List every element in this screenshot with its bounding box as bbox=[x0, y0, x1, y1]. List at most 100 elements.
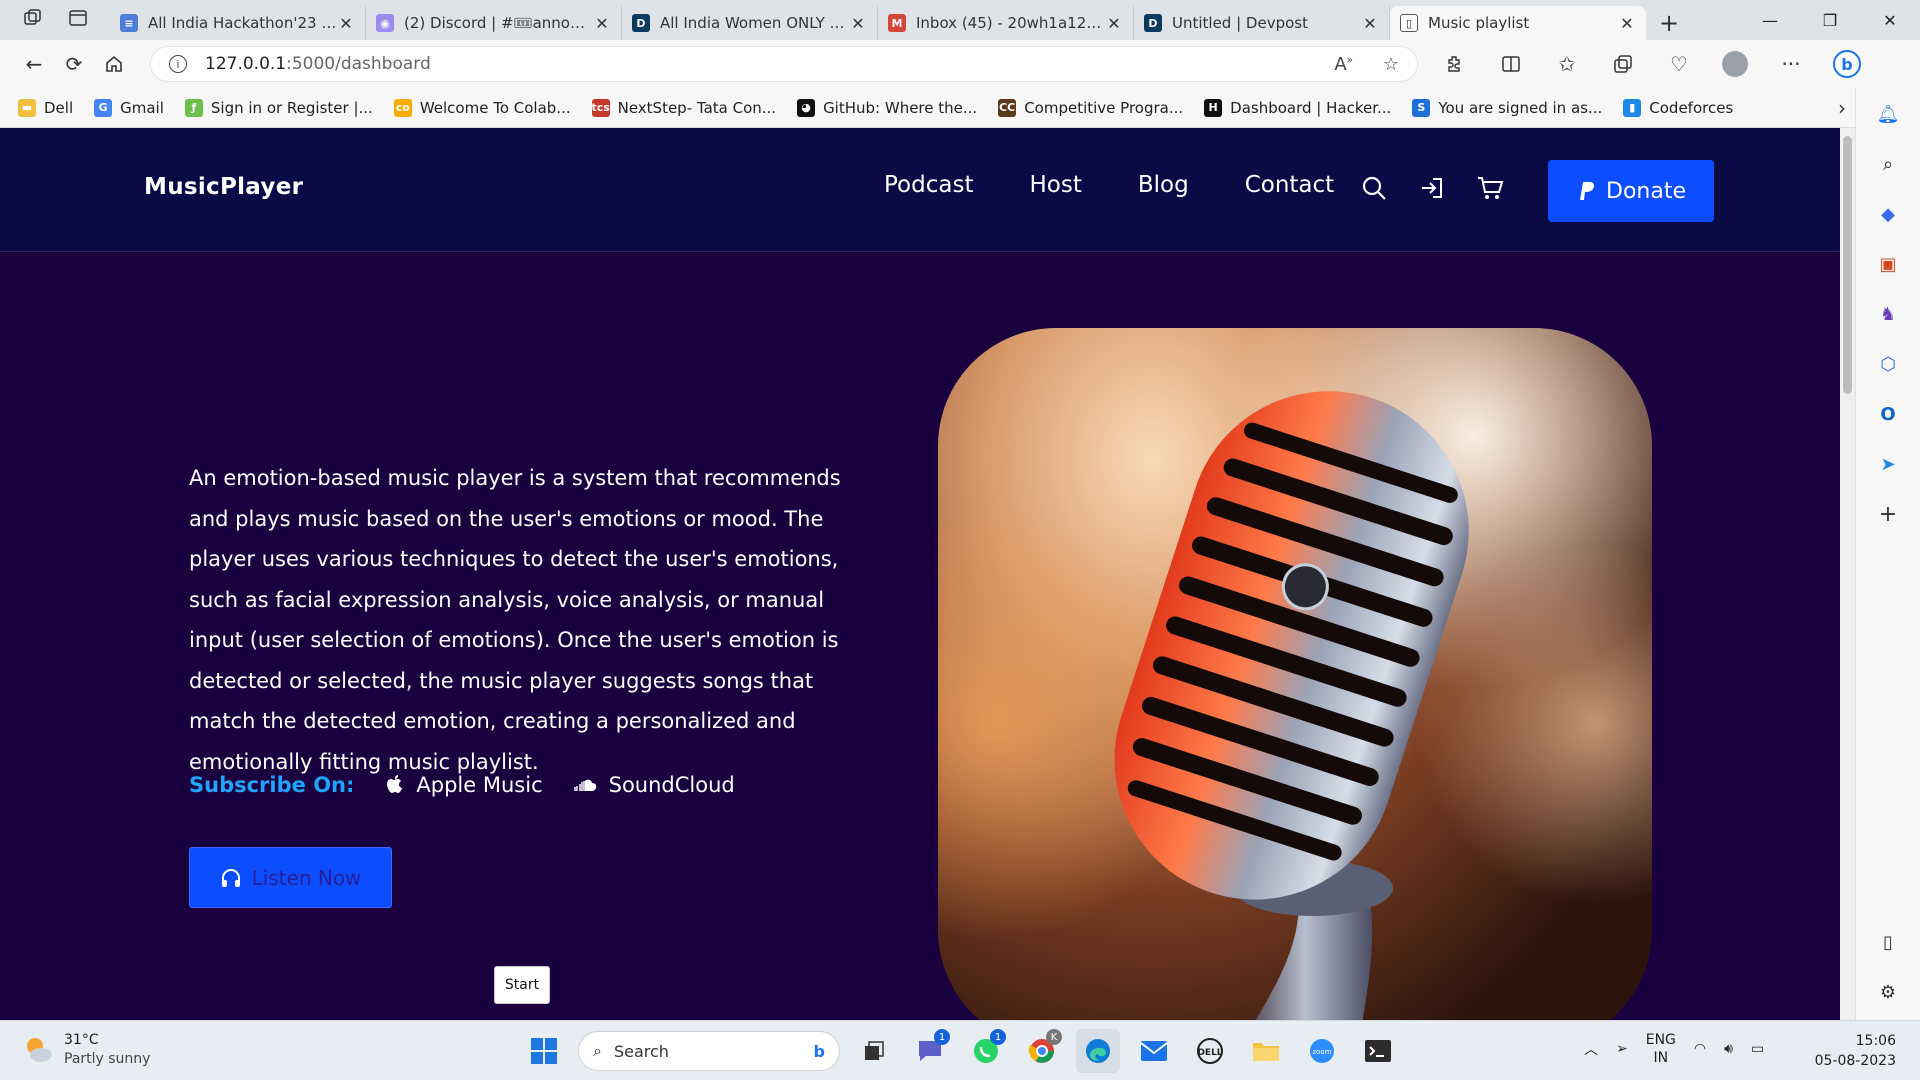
scrollbar-thumb[interactable] bbox=[1843, 136, 1852, 394]
close-window-icon[interactable]: ✕ bbox=[1860, 0, 1920, 40]
restore-icon[interactable]: ❐ bbox=[1800, 0, 1860, 40]
bookmark-item[interactable]: H Dashboard | Hacker... bbox=[1204, 98, 1392, 117]
site-brand[interactable]: MusicPlayer bbox=[144, 174, 303, 200]
donate-button[interactable]: Donate bbox=[1548, 160, 1714, 222]
search-icon[interactable] bbox=[1360, 174, 1388, 202]
read-aloud-icon[interactable]: A» bbox=[1334, 54, 1352, 75]
profile-avatar[interactable] bbox=[1716, 46, 1754, 82]
site-info-icon[interactable]: i bbox=[169, 55, 187, 73]
browser-toolbar: ← ⟳ i 127.0.0.1:5000/dashboard A» ☆ ✩ ♡ … bbox=[0, 40, 1920, 88]
home-icon[interactable] bbox=[94, 46, 134, 82]
tab-close-icon[interactable]: ✕ bbox=[1105, 14, 1123, 33]
bookmark-item[interactable]: G Gmail bbox=[94, 98, 164, 117]
tab-close-icon[interactable]: ✕ bbox=[593, 14, 611, 33]
browser-essentials-icon[interactable]: ♡ bbox=[1660, 46, 1698, 82]
add-sidebar-app-icon[interactable]: + bbox=[1874, 500, 1902, 528]
browser-tab[interactable]: ◉ (2) Discord | #🎟announce ✕ bbox=[366, 6, 622, 40]
bookmark-item[interactable]: ▬ Dell bbox=[18, 98, 74, 117]
nav-link[interactable]: Podcast bbox=[884, 172, 973, 198]
tab-title: All India Hackathon'23 Gui bbox=[148, 14, 337, 32]
taskbar-search-input[interactable]: ⌕ Search b bbox=[578, 1031, 840, 1071]
extensions-icon[interactable] bbox=[1436, 46, 1474, 82]
notifications-bell-icon[interactable]: 🔔︎ bbox=[1874, 100, 1902, 128]
dell-icon[interactable]: DELL bbox=[1188, 1029, 1232, 1073]
refresh-icon[interactable]: ⟳ bbox=[54, 46, 94, 82]
file-explorer-icon[interactable] bbox=[1244, 1029, 1288, 1073]
teams-chat-icon[interactable]: 1 bbox=[908, 1029, 952, 1073]
shopping-tag-icon[interactable]: ◆ bbox=[1874, 200, 1902, 228]
browser-tab[interactable]: D All India Women ONLY Ha ✕ bbox=[622, 6, 878, 40]
wifi-icon[interactable]: ◠ bbox=[1694, 1041, 1706, 1057]
tab-close-icon[interactable]: ✕ bbox=[337, 14, 355, 33]
collections-icon[interactable] bbox=[1604, 46, 1642, 82]
bing-copilot-icon[interactable]: b bbox=[1828, 46, 1866, 82]
browser-tab[interactable]: ≡ All India Hackathon'23 Gui ✕ bbox=[110, 6, 366, 40]
task-view-icon[interactable] bbox=[852, 1029, 896, 1073]
edge-icon[interactable] bbox=[1076, 1029, 1120, 1073]
paypal-icon bbox=[1580, 182, 1594, 200]
language-indicator[interactable]: ENG IN bbox=[1646, 1031, 1676, 1067]
microsoft-365-icon[interactable]: ⬡ bbox=[1874, 350, 1902, 378]
favorite-star-icon[interactable]: ☆ bbox=[1383, 54, 1399, 75]
volume-icon[interactable]: 🔊︎ bbox=[1724, 1041, 1733, 1057]
tab-favicon-icon: ▯ bbox=[1400, 14, 1418, 32]
bookmark-item[interactable]: S You are signed in as... bbox=[1412, 98, 1602, 117]
tab-actions-menu-icon[interactable] bbox=[68, 8, 88, 32]
soundcloud-link[interactable]: SoundCloud bbox=[573, 773, 735, 797]
hide-sidebar-icon[interactable]: ▯ bbox=[1874, 928, 1902, 956]
nav-link[interactable]: Host bbox=[1029, 172, 1081, 198]
apple-music-link[interactable]: Apple Music bbox=[386, 773, 543, 797]
browser-tab[interactable]: M Inbox (45) - 20wh1a1256@ ✕ bbox=[878, 6, 1134, 40]
bookmark-item[interactable]: ◕ GitHub: Where the... bbox=[797, 98, 977, 117]
battery-icon[interactable]: ▭ bbox=[1751, 1041, 1764, 1057]
bookmark-label: Dell bbox=[44, 98, 74, 117]
tray-overflow-chevron-icon[interactable]: ︿ bbox=[1584, 1039, 1598, 1059]
minimize-icon[interactable]: — bbox=[1740, 0, 1800, 40]
zoom-icon[interactable]: zoom bbox=[1300, 1029, 1344, 1073]
bookmark-favicon-icon: H bbox=[1204, 98, 1223, 117]
bookmark-item[interactable]: tcs NextStep- Tata Con... bbox=[591, 98, 776, 117]
tab-close-icon[interactable]: ✕ bbox=[1618, 14, 1636, 33]
browser-tab[interactable]: ▯ Music playlist ✕ bbox=[1390, 6, 1646, 40]
start-windows-icon[interactable] bbox=[522, 1029, 566, 1073]
nav-link[interactable]: Blog bbox=[1138, 172, 1189, 198]
login-icon[interactable] bbox=[1418, 174, 1446, 202]
bookmark-label: Dashboard | Hacker... bbox=[1230, 98, 1392, 117]
chrome-profile-badge: K bbox=[1046, 1029, 1062, 1045]
chrome-icon[interactable]: K bbox=[1020, 1029, 1064, 1073]
mail-icon[interactable] bbox=[1132, 1029, 1176, 1073]
favorites-icon[interactable]: ✩ bbox=[1548, 46, 1586, 82]
split-screen-icon[interactable] bbox=[1492, 46, 1530, 82]
bookmark-item[interactable]: ƒ Sign in or Register |... bbox=[184, 98, 373, 117]
page-scrollbar[interactable] bbox=[1840, 128, 1855, 1020]
tab-title: (2) Discord | #🎟announce bbox=[404, 14, 593, 32]
browser-tab[interactable]: D Untitled | Devpost ✕ bbox=[1134, 6, 1390, 40]
system-clock[interactable]: 15:06 05-08-2023 bbox=[1815, 1031, 1896, 1071]
new-tab-button[interactable]: + bbox=[1646, 6, 1692, 40]
listen-now-button[interactable]: Listen Now bbox=[189, 847, 392, 908]
drop-send-icon[interactable]: ➤ bbox=[1874, 450, 1902, 478]
games-chess-icon[interactable]: ♞ bbox=[1874, 300, 1902, 328]
sidebar-settings-gear-icon[interactable]: ⚙ bbox=[1874, 978, 1902, 1006]
bookmark-item[interactable]: co Welcome To Colab... bbox=[393, 98, 571, 117]
cart-icon[interactable] bbox=[1476, 174, 1504, 202]
whatsapp-icon[interactable]: 1 bbox=[964, 1029, 1008, 1073]
terminal-icon[interactable] bbox=[1356, 1029, 1400, 1073]
location-icon[interactable]: ➢ bbox=[1616, 1041, 1628, 1057]
bookmark-item[interactable]: CC Competitive Progra... bbox=[998, 98, 1183, 117]
back-icon[interactable]: ← bbox=[14, 46, 54, 82]
tab-close-icon[interactable]: ✕ bbox=[1361, 14, 1379, 33]
nav-link[interactable]: Contact bbox=[1245, 172, 1334, 198]
window-controls: — ❐ ✕ bbox=[1740, 0, 1920, 40]
workspaces-icon[interactable] bbox=[23, 8, 43, 32]
sidebar-search-icon[interactable]: ⌕ bbox=[1874, 150, 1902, 178]
address-bar[interactable]: i 127.0.0.1:5000/dashboard A» ☆ bbox=[150, 46, 1418, 82]
more-options-icon[interactable]: ··· bbox=[1772, 46, 1810, 82]
bookmark-item[interactable]: ▮ Codeforces bbox=[1623, 98, 1733, 117]
weather-widget[interactable]: 31°C Partly sunny bbox=[22, 1031, 150, 1069]
tab-close-icon[interactable]: ✕ bbox=[849, 14, 867, 33]
outlook-icon[interactable]: O bbox=[1874, 400, 1902, 428]
tab-title: Music playlist bbox=[1428, 14, 1530, 32]
tools-briefcase-icon[interactable]: ▣ bbox=[1874, 250, 1902, 278]
bing-search-icon: b bbox=[813, 1041, 825, 1061]
